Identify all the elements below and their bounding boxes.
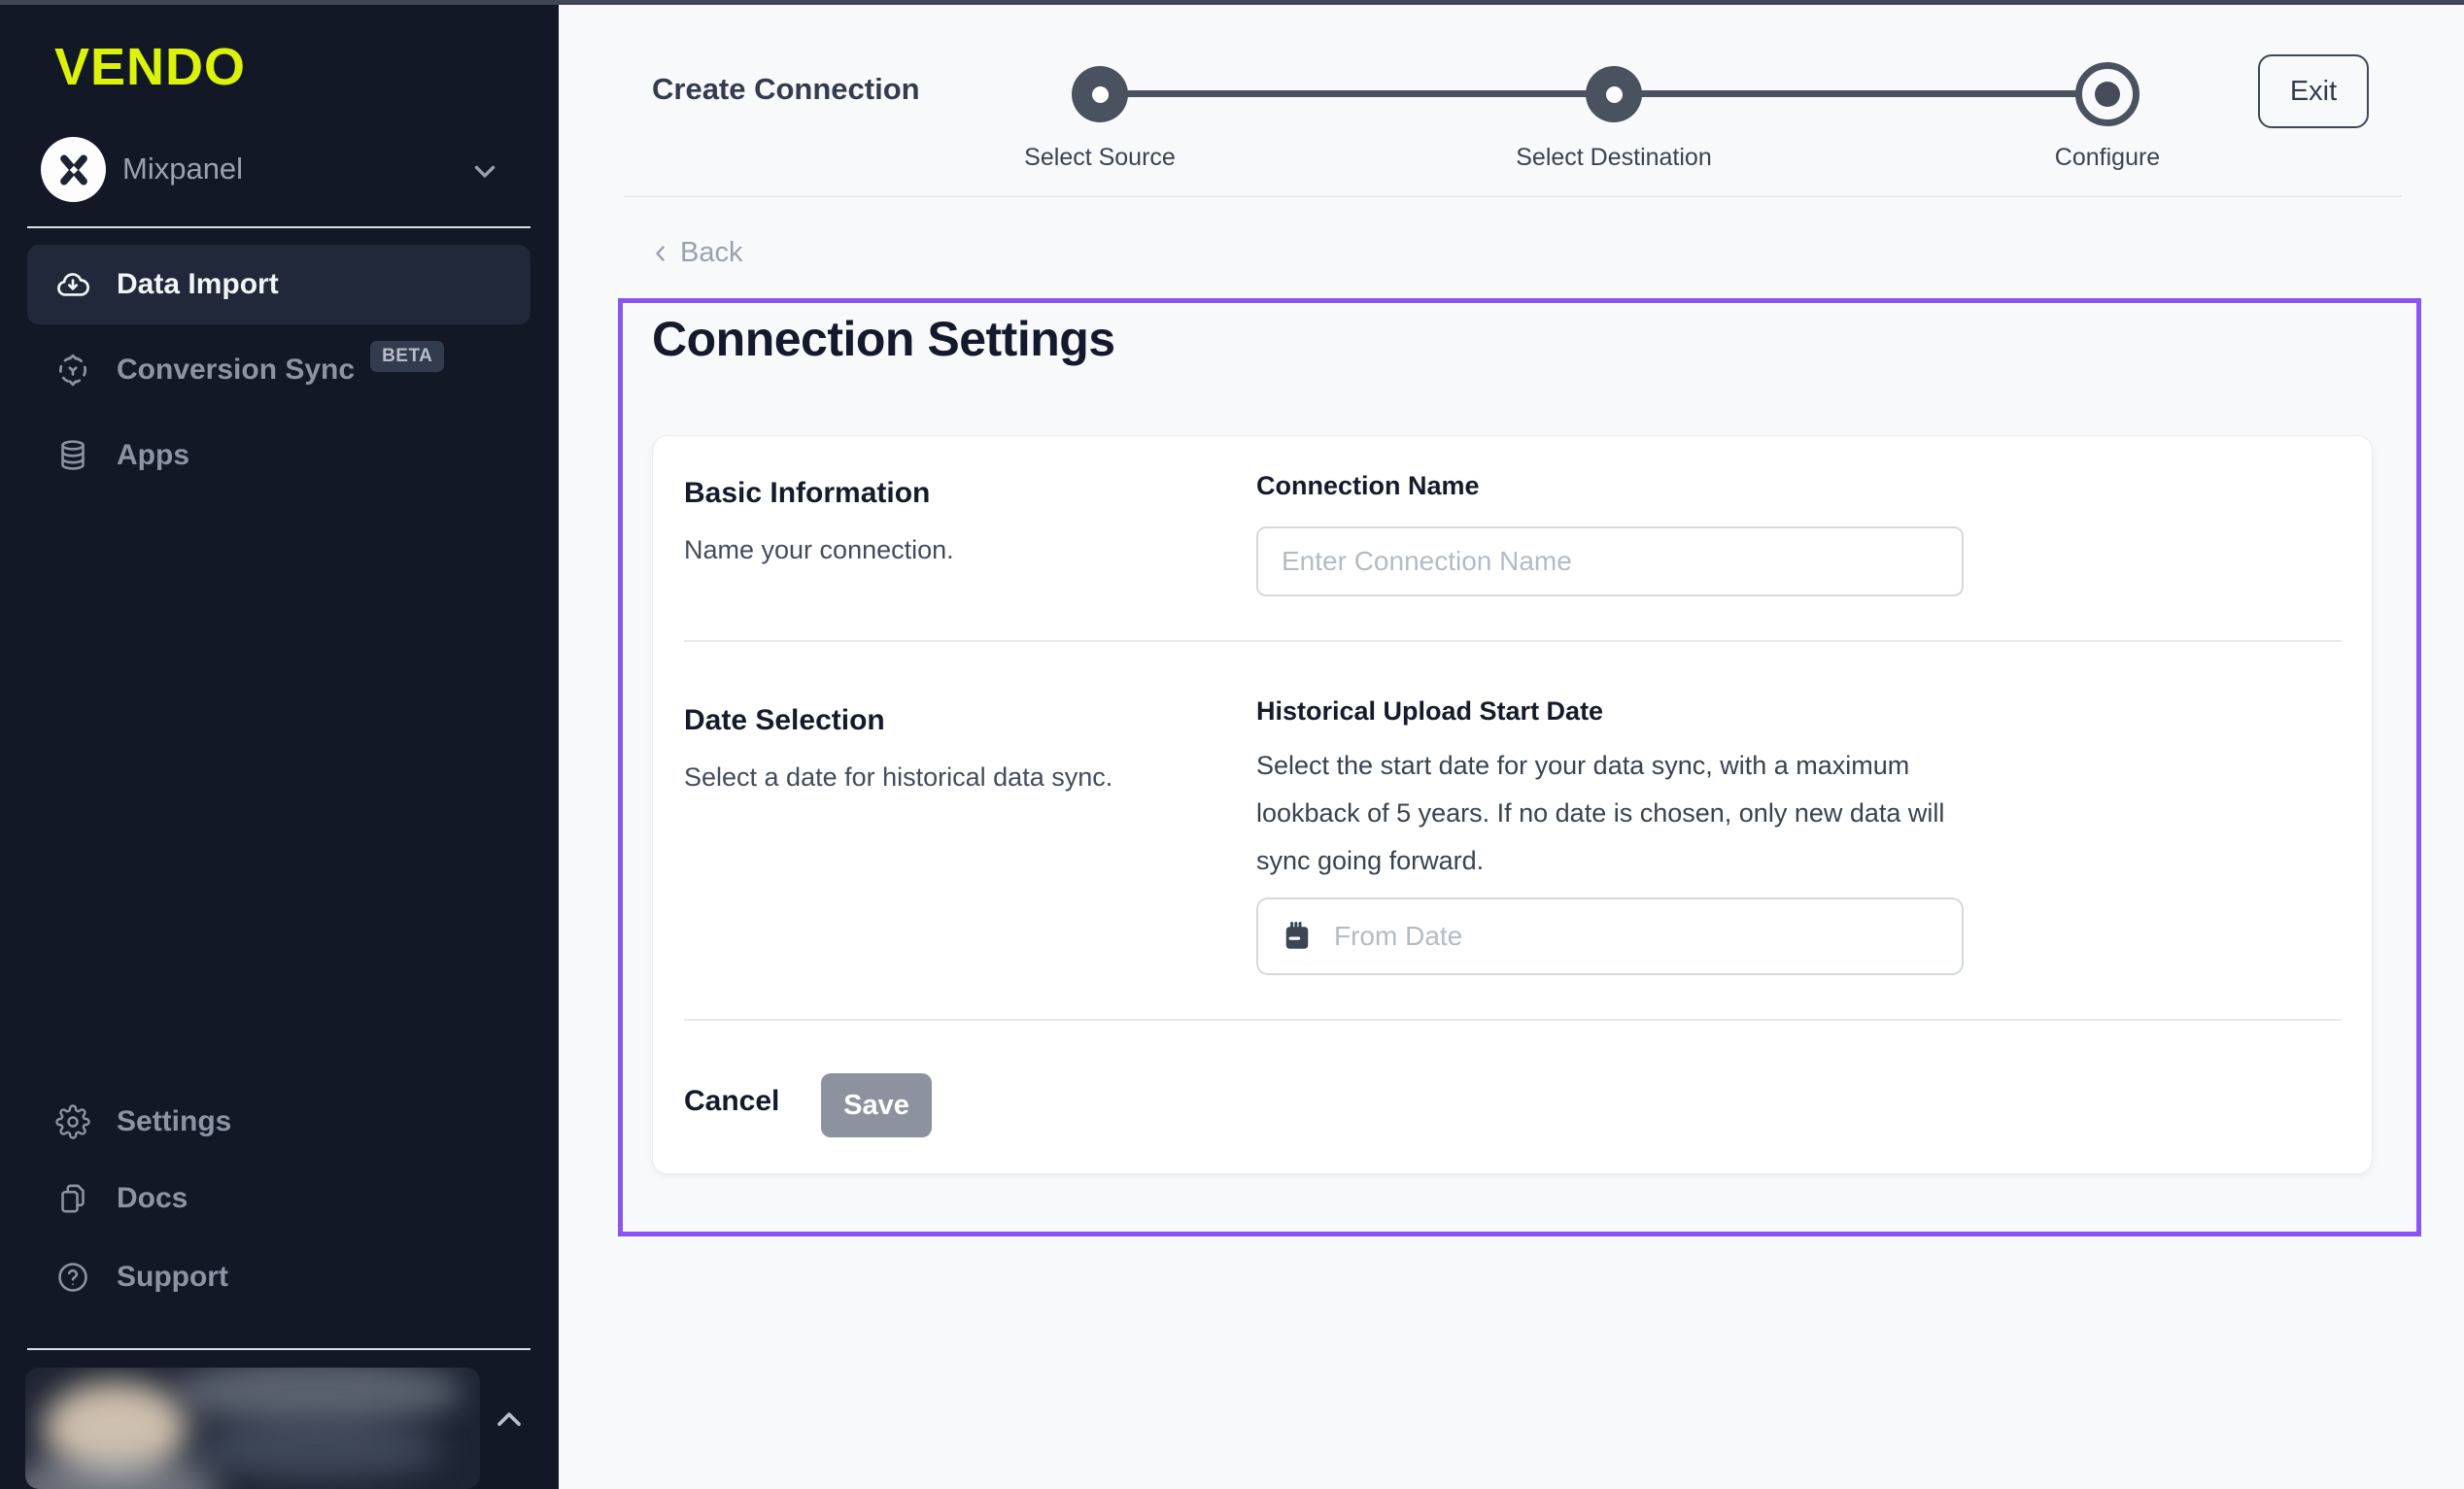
help-icon bbox=[54, 1259, 91, 1296]
connection-name-input[interactable] bbox=[1256, 526, 1964, 596]
database-icon bbox=[54, 437, 91, 474]
basic-information-description: Name your connection. bbox=[684, 535, 954, 565]
save-button[interactable]: Save bbox=[821, 1073, 932, 1137]
sidebar-item-label: Data Import bbox=[117, 268, 279, 301]
sidebar-item-docs[interactable]: Docs bbox=[27, 1159, 530, 1238]
sidebar-item-label: Conversion Sync bbox=[117, 354, 355, 387]
from-date-input[interactable] bbox=[1332, 920, 1940, 953]
sidebar-divider-bottom bbox=[27, 1348, 530, 1350]
workspace-name: Mixpanel bbox=[122, 152, 243, 186]
card-divider-1 bbox=[684, 640, 2342, 642]
exit-button[interactable]: Exit bbox=[2258, 54, 2369, 128]
docs-icon bbox=[54, 1180, 91, 1217]
gear-icon bbox=[54, 1103, 91, 1140]
historical-upload-start-date-label: Historical Upload Start Date bbox=[1256, 696, 1603, 727]
step-dot-select-source bbox=[1072, 66, 1128, 122]
calendar-icon bbox=[1280, 919, 1315, 954]
sidebar-item-label: Apps bbox=[117, 439, 189, 472]
chevron-left-icon bbox=[649, 242, 672, 265]
connection-name-label: Connection Name bbox=[1256, 471, 1480, 501]
date-help-line-1: Select the start date for your data sync… bbox=[1256, 751, 1909, 781]
date-selection-description: Select a date for historical data sync. bbox=[684, 762, 1112, 793]
step-label-select-source: Select Source bbox=[1024, 144, 1176, 172]
connection-settings-heading: Connection Settings bbox=[652, 311, 1115, 367]
step-label-select-destination: Select Destination bbox=[1516, 144, 1712, 172]
header-divider bbox=[624, 195, 2402, 197]
sidebar-item-conversion-sync[interactable]: Conversion Sync BETA bbox=[27, 330, 530, 410]
date-selection-title: Date Selection bbox=[684, 704, 885, 737]
sidebar-item-label: Settings bbox=[117, 1105, 231, 1138]
connection-settings-card: Basic Information Name your connection. … bbox=[652, 435, 2373, 1174]
sidebar-item-settings[interactable]: Settings bbox=[27, 1082, 530, 1162]
chevron-down-icon bbox=[468, 154, 501, 187]
vendo-logo: VENDO bbox=[54, 37, 246, 97]
cancel-button[interactable]: Cancel bbox=[684, 1085, 779, 1118]
sidebar-item-label: Support bbox=[117, 1261, 228, 1294]
stepper-line-2 bbox=[1614, 90, 2107, 97]
date-help-line-3: sync going forward. bbox=[1256, 846, 1484, 876]
user-email-blur bbox=[190, 1421, 443, 1479]
back-link[interactable]: Back bbox=[649, 237, 742, 269]
chevron-up-icon[interactable] bbox=[490, 1401, 529, 1439]
step-label-configure: Configure bbox=[2055, 144, 2160, 172]
stepper-line-1 bbox=[1100, 90, 1614, 97]
conversion-sync-icon bbox=[54, 352, 91, 389]
page-title: Create Connection bbox=[652, 72, 920, 107]
sidebar-item-data-import[interactable]: Data Import bbox=[27, 245, 530, 324]
date-help-line-2: lookback of 5 years. If no date is chose… bbox=[1256, 798, 1944, 829]
sidebar-item-support[interactable]: Support bbox=[27, 1237, 530, 1317]
workspace-selector[interactable]: Mixpanel bbox=[27, 128, 530, 212]
basic-information-title: Basic Information bbox=[684, 477, 930, 510]
user-account-card[interactable] bbox=[25, 1368, 480, 1489]
cloud-download-icon bbox=[54, 266, 91, 303]
user-name-blur bbox=[171, 1368, 462, 1426]
sidebar: VENDO Mixpanel Data Import bbox=[0, 0, 559, 1489]
window-top-strip bbox=[0, 0, 2464, 5]
back-label: Back bbox=[680, 237, 742, 269]
sidebar-item-label: Docs bbox=[117, 1182, 188, 1215]
app-window: VENDO Mixpanel Data Import bbox=[0, 0, 2464, 1489]
beta-badge: BETA bbox=[370, 341, 444, 372]
step-dot-configure bbox=[2075, 62, 2139, 126]
user-card-blur bbox=[25, 1451, 220, 1489]
mixpanel-logo-icon bbox=[41, 137, 106, 202]
from-date-field[interactable] bbox=[1256, 897, 1964, 975]
card-divider-2 bbox=[684, 1019, 2342, 1021]
sidebar-item-apps[interactable]: Apps bbox=[27, 416, 530, 495]
step-dot-select-destination bbox=[1586, 66, 1642, 122]
sidebar-divider-top bbox=[27, 226, 530, 228]
